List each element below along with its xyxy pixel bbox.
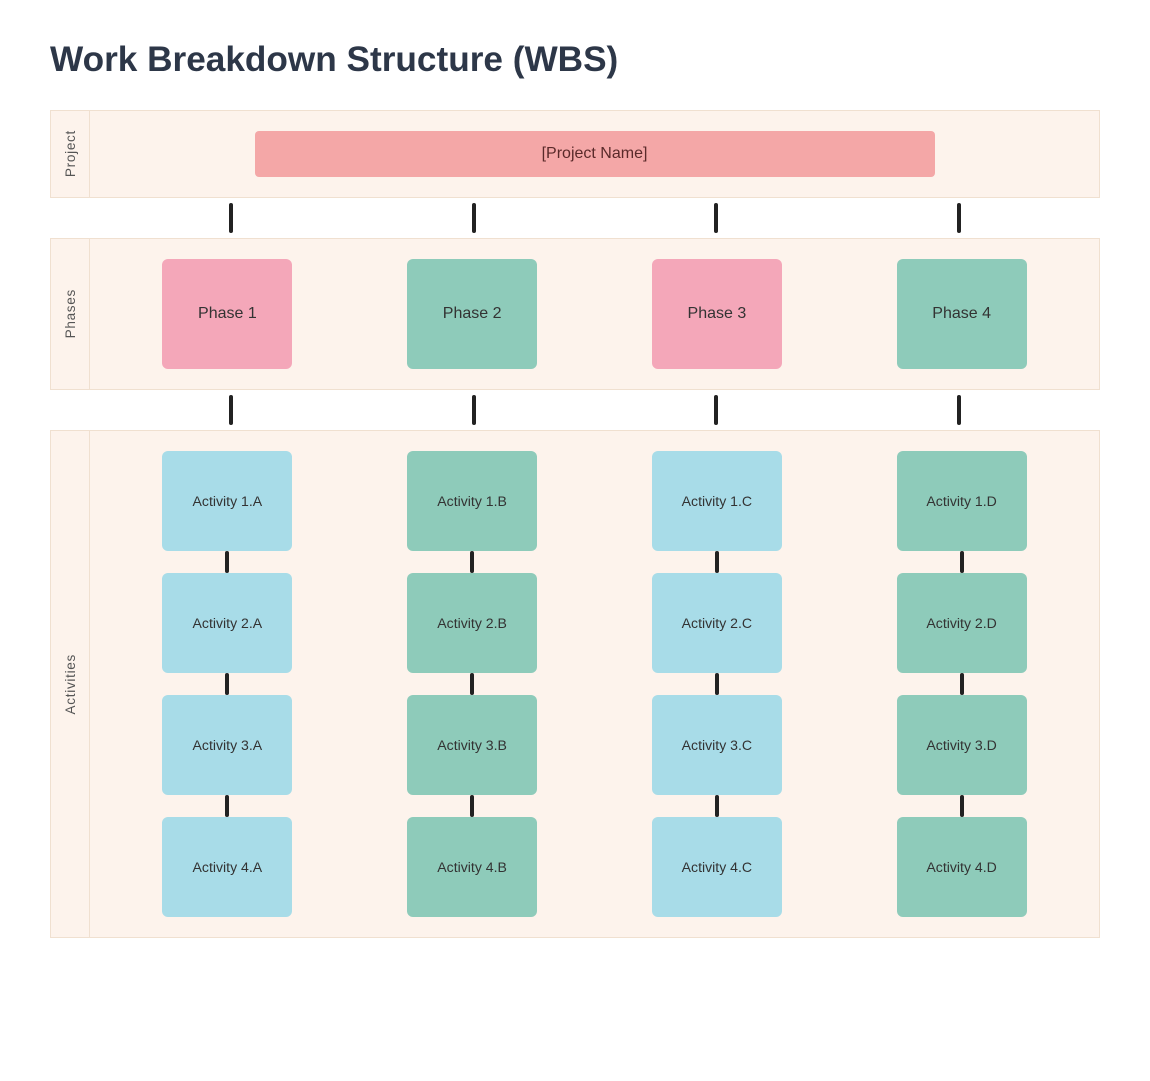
act-connector-d2 [960,673,964,695]
connector-row-2 [50,390,1100,430]
activities-label: Activities [50,430,90,938]
activity-1d[interactable]: Activity 1.D [897,451,1027,551]
phase-1-box[interactable]: Phase 1 [162,259,292,369]
activity-3d[interactable]: Activity 3.D [897,695,1027,795]
connector-line-1 [229,203,233,233]
phases-row: Phases Phase 1 Phase 2 Phase 3 Phase 4 [50,238,1100,390]
act-connector-c1 [715,551,719,573]
connector-line-4 [957,203,961,233]
phase-4-box[interactable]: Phase 4 [897,259,1027,369]
connector-line-3 [714,203,718,233]
activity-column-b: Activity 1.B Activity 2.B Activity 3.B A… [355,451,590,917]
connector-row-1 [50,198,1100,238]
activity-3c[interactable]: Activity 3.C [652,695,782,795]
activity-3a[interactable]: Activity 3.A [162,695,292,795]
phase-2-box[interactable]: Phase 2 [407,259,537,369]
activities-content: Activity 1.A Activity 2.A Activity 3.A A… [90,430,1100,938]
act-connector-a2 [225,673,229,695]
phases-content: Phase 1 Phase 2 Phase 3 Phase 4 [90,238,1100,390]
project-content: [Project Name] [90,110,1100,198]
activity-1c[interactable]: Activity 1.C [652,451,782,551]
act-connector-d1 [960,551,964,573]
connector-line-7 [714,395,718,425]
activity-2c[interactable]: Activity 2.C [652,573,782,673]
activities-row: Activities Activity 1.A Activity 2.A Act… [50,430,1100,938]
act-connector-a1 [225,551,229,573]
act-connector-b3 [470,795,474,817]
phase-3-box[interactable]: Phase 3 [652,259,782,369]
project-name-box[interactable]: [Project Name] [255,131,935,177]
page-title: Work Breakdown Structure (WBS) [50,40,1100,80]
activity-2a[interactable]: Activity 2.A [162,573,292,673]
project-row: Project [Project Name] [50,110,1100,198]
project-label: Project [50,110,90,198]
activity-4a[interactable]: Activity 4.A [162,817,292,917]
activity-2b[interactable]: Activity 2.B [407,573,537,673]
activity-3b[interactable]: Activity 3.B [407,695,537,795]
act-connector-c2 [715,673,719,695]
activity-2d[interactable]: Activity 2.D [897,573,1027,673]
connector-content-1 [90,198,1100,238]
activity-1b[interactable]: Activity 1.B [407,451,537,551]
activity-4d[interactable]: Activity 4.D [897,817,1027,917]
activity-4b[interactable]: Activity 4.B [407,817,537,917]
connector-line-8 [957,395,961,425]
connector-line-6 [472,395,476,425]
connector-line-2 [472,203,476,233]
activity-1a[interactable]: Activity 1.A [162,451,292,551]
act-connector-d3 [960,795,964,817]
connector-content-2 [90,390,1100,430]
activity-column-d: Activity 1.D Activity 2.D Activity 3.D A… [844,451,1079,917]
wbs-diagram: Project [Project Name] Phases Phase 1 Ph… [50,110,1100,938]
activity-column-a: Activity 1.A Activity 2.A Activity 3.A A… [110,451,345,917]
act-connector-b2 [470,673,474,695]
activity-column-c: Activity 1.C Activity 2.C Activity 3.C A… [600,451,835,917]
act-connector-b1 [470,551,474,573]
act-connector-c3 [715,795,719,817]
activity-4c[interactable]: Activity 4.C [652,817,782,917]
connector-line-5 [229,395,233,425]
phases-label: Phases [50,238,90,390]
act-connector-a3 [225,795,229,817]
